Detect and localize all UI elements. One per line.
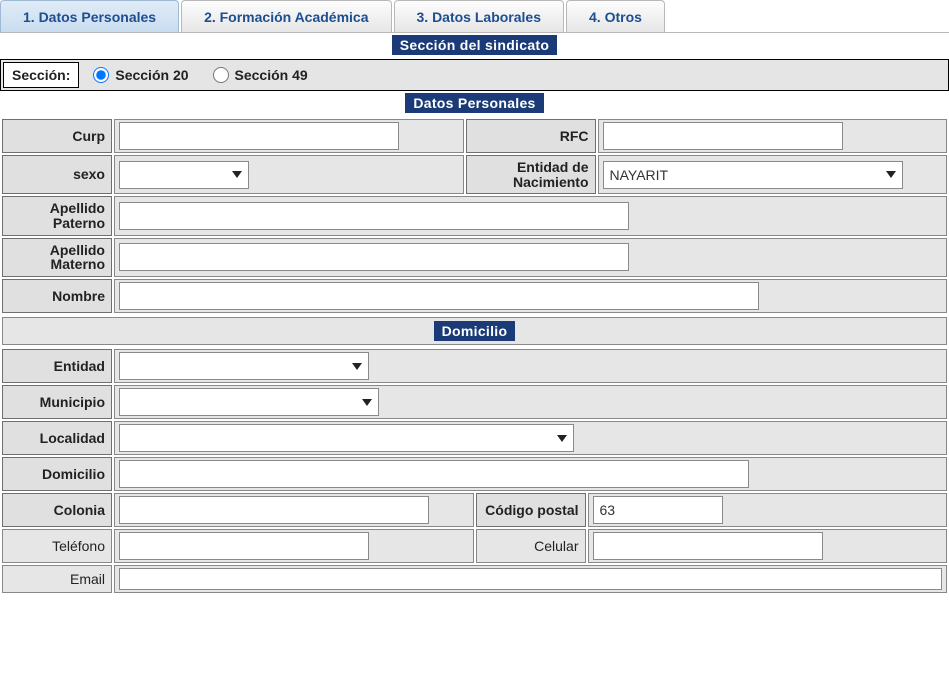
sexo-select[interactable] — [119, 161, 249, 189]
chevron-down-icon — [352, 363, 362, 370]
entidad-select[interactable] — [119, 352, 369, 380]
entidad-nac-value: NAYARIT — [610, 167, 669, 183]
section-title-domicilio: Domicilio — [434, 321, 516, 341]
domicilio-form: Entidad Municipio Localidad — [0, 347, 949, 595]
telefono-label: Teléfono — [2, 529, 112, 563]
radio-label-seccion-20: Sección 20 — [115, 67, 188, 83]
section-title-sindicato: Sección del sindicato — [392, 35, 557, 55]
rfc-label: RFC — [466, 119, 596, 153]
chevron-down-icon — [232, 171, 242, 178]
municipio-select[interactable] — [119, 388, 379, 416]
localidad-select[interactable] — [119, 424, 574, 452]
municipio-label: Municipio — [2, 385, 112, 419]
curp-input[interactable] — [119, 122, 399, 150]
telefono-input[interactable] — [119, 532, 369, 560]
colonia-input[interactable] — [119, 496, 429, 524]
radio-input-seccion-49[interactable] — [213, 67, 229, 83]
chevron-down-icon — [886, 171, 896, 178]
tab-datos-laborales[interactable]: 3. Datos Laborales — [394, 0, 565, 32]
sexo-label: sexo — [2, 155, 112, 194]
datos-form: Curp RFC sexo Entidad de Nacimiento NAYA… — [0, 117, 949, 315]
section-header-sindicato: Sección del sindicato — [0, 33, 949, 59]
apat-input[interactable] — [119, 202, 629, 230]
celular-label: Celular — [476, 529, 586, 563]
rfc-input[interactable] — [603, 122, 843, 150]
domicilio-label: Domicilio — [2, 457, 112, 491]
cp-label: Código postal — [476, 493, 586, 527]
celular-input[interactable] — [593, 532, 823, 560]
cp-input[interactable]: 63 — [593, 496, 723, 524]
tab-bar: 1. Datos Personales 2. Formación Académi… — [0, 0, 949, 33]
radio-seccion-49[interactable]: Sección 49 — [213, 67, 308, 83]
section-header-datos: Datos Personales — [0, 91, 949, 117]
chevron-down-icon — [362, 399, 372, 406]
tab-otros[interactable]: 4. Otros — [566, 0, 665, 32]
nombre-input[interactable] — [119, 282, 759, 310]
curp-label: Curp — [2, 119, 112, 153]
domicilio-input[interactable] — [119, 460, 749, 488]
radio-seccion-20[interactable]: Sección 20 — [93, 67, 188, 83]
nombre-label: Nombre — [2, 279, 112, 313]
section-title-datos: Datos Personales — [405, 93, 543, 113]
radio-input-seccion-20[interactable] — [93, 67, 109, 83]
email-input[interactable] — [119, 568, 942, 590]
seccion-label: Sección: — [3, 62, 79, 88]
entnac-label: Entidad de Nacimiento — [466, 155, 596, 194]
section-header-domicilio: Domicilio — [2, 317, 947, 345]
apat-label: Apellido Paterno — [2, 196, 112, 235]
tab-datos-personales[interactable]: 1. Datos Personales — [0, 0, 179, 32]
entidad-label: Entidad — [2, 349, 112, 383]
amat-label: Apellido Materno — [2, 238, 112, 277]
chevron-down-icon — [557, 435, 567, 442]
colonia-label: Colonia — [2, 493, 112, 527]
seccion-radio-group: Sección 20 Sección 49 — [87, 67, 307, 83]
radio-label-seccion-49: Sección 49 — [235, 67, 308, 83]
tab-formacion-academica[interactable]: 2. Formación Académica — [181, 0, 391, 32]
amat-input[interactable] — [119, 243, 629, 271]
email-label: Email — [2, 565, 112, 593]
localidad-label: Localidad — [2, 421, 112, 455]
entidad-nac-select[interactable]: NAYARIT — [603, 161, 903, 189]
seccion-row: Sección: Sección 20 Sección 49 — [0, 59, 949, 91]
